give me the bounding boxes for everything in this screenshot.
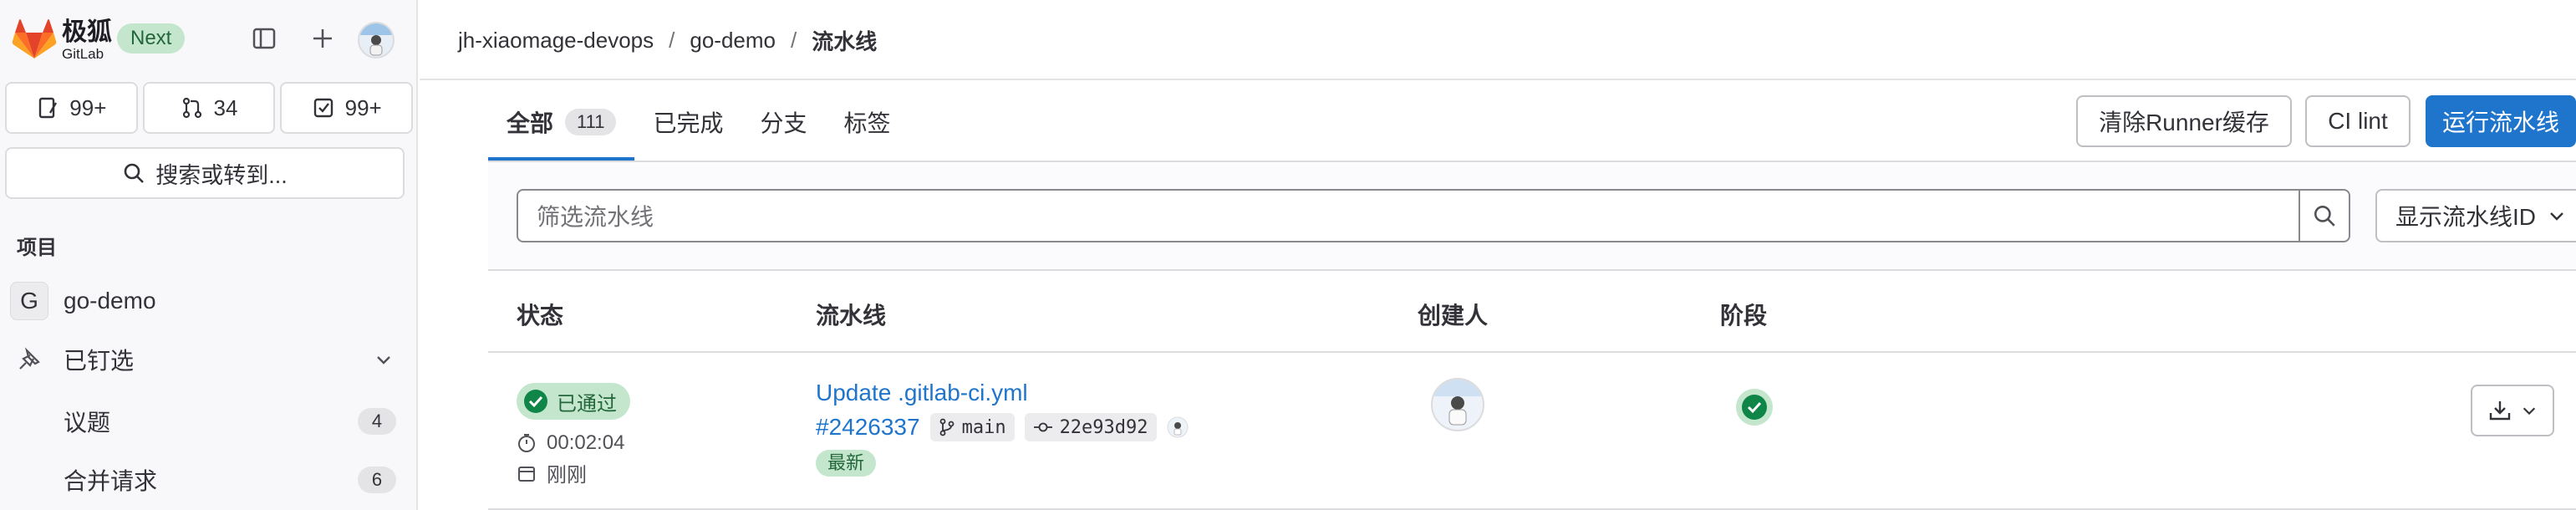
branch-name: main xyxy=(961,416,1006,438)
commit-sha: 22e93d92 xyxy=(1059,416,1148,438)
sidebar-item-label: 议题 xyxy=(64,410,111,436)
search-icon xyxy=(2314,206,2335,227)
tab-label: 已完成 xyxy=(653,110,724,136)
section-label-project: 项目 xyxy=(17,237,57,259)
latest-badge: 最新 xyxy=(816,450,877,477)
ci-lint-button[interactable]: CI lint xyxy=(2305,95,2411,147)
download-icon xyxy=(2489,401,2511,421)
main-content: jh-xiaomage-devops / go-demo / 流水线 全部 11… xyxy=(420,0,2576,510)
merge-requests-counter[interactable]: 34 xyxy=(142,82,276,134)
breadcrumb-group[interactable]: jh-xiaomage-devops xyxy=(458,28,654,54)
sidebar-item-issues[interactable]: 议题 4 xyxy=(0,396,416,446)
table-header: 状态 流水线 创建人 阶段 xyxy=(488,273,2576,353)
search-or-goto-label: 搜索或转到... xyxy=(155,162,288,188)
search-icon xyxy=(124,163,145,183)
todos-count: 99+ xyxy=(344,94,382,120)
merge-requests-count-pill: 6 xyxy=(358,467,396,493)
issues-count-pill: 4 xyxy=(358,408,396,435)
merge-requests-count: 34 xyxy=(213,94,238,120)
clear-runner-cache-button[interactable]: 清除Runner缓存 xyxy=(2076,95,2292,147)
issues-icon xyxy=(39,97,58,119)
next-badge[interactable]: Next xyxy=(117,23,186,54)
commit-author-avatar-icon[interactable] xyxy=(1167,416,1189,438)
creator-avatar[interactable] xyxy=(1431,378,1484,431)
tab-branches[interactable]: 分支 xyxy=(741,84,825,161)
status-badge[interactable]: 已通过 xyxy=(517,383,630,420)
check-circle-icon xyxy=(524,390,547,413)
commit-icon xyxy=(1033,422,1052,432)
tab-label: 全部 xyxy=(507,110,554,136)
branch-icon xyxy=(939,418,954,436)
breadcrumb-separator: / xyxy=(669,28,675,53)
timer-icon xyxy=(518,434,535,452)
tab-label: 标签 xyxy=(843,110,891,136)
duration-value: 00:02:04 xyxy=(547,431,625,454)
status-label: 已通过 xyxy=(557,392,617,416)
header-divider xyxy=(420,79,2576,80)
issues-count: 99+ xyxy=(69,94,107,120)
tab-finished[interactable]: 已完成 xyxy=(634,84,741,161)
breadcrumb-current[interactable]: 流水线 xyxy=(812,25,877,56)
sidebar-item-label: 合并请求 xyxy=(64,468,158,494)
project-name: go-demo xyxy=(64,288,156,314)
brand-name: 极狐 xyxy=(62,18,112,46)
sidebar: 极狐 GitLab Next 99+ 34 99+ 搜索或转到... 项目 G … xyxy=(0,0,418,510)
run-pipeline-button[interactable]: 运行流水线 xyxy=(2426,95,2576,147)
pipeline-id-link[interactable]: #2426337 xyxy=(816,414,920,441)
pipeline-tabs: 全部 111 已完成 分支 标签 xyxy=(488,84,909,161)
filter-pipelines-input[interactable]: 筛选流水线 xyxy=(517,189,2300,242)
sidebar-item-pinned[interactable]: 已钉选 xyxy=(0,334,416,385)
merge-request-icon xyxy=(182,97,201,119)
chevron-down-icon xyxy=(377,356,390,365)
pinned-label: 已钉选 xyxy=(64,348,135,374)
pin-icon xyxy=(19,347,40,370)
finished-value: 刚刚 xyxy=(547,464,587,487)
finished-time: 刚刚 xyxy=(517,458,587,487)
dropdown-label: 显示流水线ID xyxy=(2395,204,2537,230)
create-new-icon[interactable] xyxy=(306,22,339,55)
download-artifacts-button[interactable] xyxy=(2471,385,2554,436)
stage-passed-icon[interactable] xyxy=(1735,388,1774,426)
user-counters: 99+ 34 99+ xyxy=(5,82,414,134)
duration: 00:02:04 xyxy=(517,431,624,455)
filter-search-button[interactable] xyxy=(2299,189,2350,242)
tab-count: 111 xyxy=(565,109,617,135)
breadcrumb: jh-xiaomage-devops / go-demo / 流水线 xyxy=(458,25,877,56)
tab-all[interactable]: 全部 111 xyxy=(488,84,635,161)
sidebar-item-project[interactable]: G go-demo xyxy=(0,276,416,326)
breadcrumb-project[interactable]: go-demo xyxy=(690,28,776,54)
filter-bar: 筛选流水线 显示流水线ID xyxy=(488,162,2576,271)
column-header-creator: 创建人 xyxy=(1418,303,1489,329)
table-row: 已通过 00:02:04 刚刚 Update .gitlab-ci.yml #2… xyxy=(488,354,2576,510)
project-avatar: G xyxy=(10,282,48,320)
todo-icon xyxy=(313,98,333,118)
column-header-status: 状态 xyxy=(517,303,564,329)
sidebar-toggle-icon[interactable] xyxy=(247,22,281,55)
search-or-goto-button[interactable]: 搜索或转到... xyxy=(5,147,405,199)
todos-counter[interactable]: 99+ xyxy=(280,82,414,134)
commit-chip[interactable]: 22e93d92 xyxy=(1024,413,1157,441)
sidebar-item-merge-requests[interactable]: 合并请求 6 xyxy=(0,455,416,505)
column-header-stages: 阶段 xyxy=(1720,303,1768,329)
pipeline-info: #2426337 main 22e93d92 xyxy=(816,413,1189,441)
user-avatar[interactable] xyxy=(358,22,395,59)
branch-chip[interactable]: main xyxy=(929,413,1015,441)
pipeline-commit-title[interactable]: Update .gitlab-ci.yml xyxy=(816,380,1028,406)
brand: 极狐 GitLab xyxy=(62,18,112,62)
breadcrumb-separator: / xyxy=(791,28,797,53)
brand-subname: GitLab xyxy=(62,46,104,62)
issues-counter[interactable]: 99+ xyxy=(5,82,138,134)
column-header-pipeline: 流水线 xyxy=(816,303,887,329)
chevron-down-icon xyxy=(2523,407,2536,416)
show-pipeline-id-dropdown[interactable]: 显示流水线ID xyxy=(2375,189,2576,242)
tab-tags[interactable]: 标签 xyxy=(826,84,909,161)
chevron-down-icon xyxy=(2550,212,2563,221)
sidebar-header: 极狐 GitLab Next xyxy=(0,0,418,80)
calendar-icon xyxy=(518,466,535,482)
tab-label: 分支 xyxy=(760,110,807,136)
gitlab-logo-icon[interactable] xyxy=(12,18,57,60)
